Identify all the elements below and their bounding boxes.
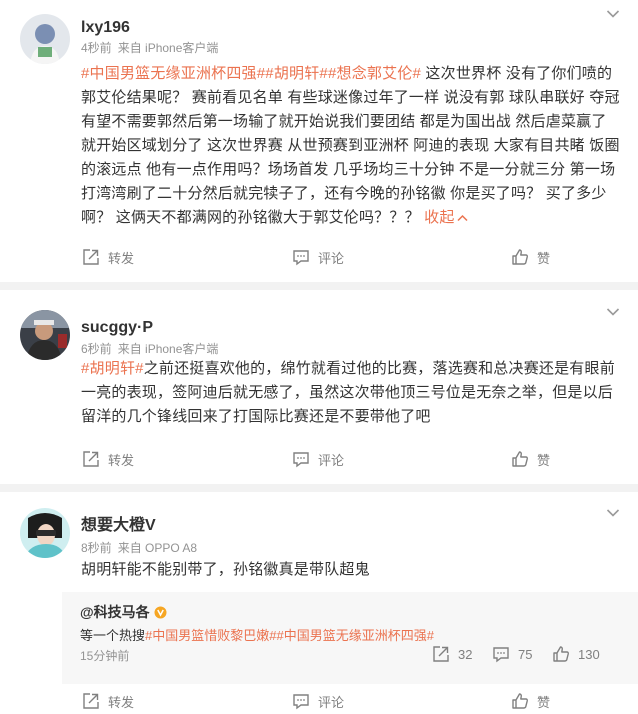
comment-icon bbox=[293, 452, 309, 468]
comment-icon bbox=[293, 694, 309, 710]
hashtag-link[interactable]: #胡明轩# bbox=[81, 360, 144, 377]
repost-comment-count: 75 bbox=[518, 646, 533, 662]
repost-like-button[interactable]: 130 bbox=[552, 644, 600, 664]
share-icon bbox=[83, 451, 99, 467]
avatar[interactable] bbox=[20, 508, 70, 558]
post-content: 胡明轩能不能别带了，孙铭徽真是带队超鬼 bbox=[81, 558, 622, 582]
chevron-down-icon[interactable] bbox=[606, 307, 620, 317]
post-time[interactable]: 4秒前 bbox=[81, 41, 112, 55]
comment-button[interactable]: 评论 bbox=[292, 246, 344, 268]
repost-time[interactable]: 15分钟前 bbox=[80, 647, 129, 664]
share-icon bbox=[83, 693, 99, 709]
avatar[interactable] bbox=[20, 310, 70, 360]
repost-share-count: 32 bbox=[458, 646, 473, 662]
post-source: 来自 iPhone客户端 bbox=[117, 342, 219, 356]
username[interactable]: sucggy·P bbox=[81, 318, 153, 338]
like-label: 赞 bbox=[537, 250, 551, 266]
comment-icon bbox=[293, 250, 309, 266]
post-text: 这次世界杯 没有了你们喷的郭艾伦结果呢？ 赛前看见名单 有些球迷像过年了一样 说… bbox=[81, 65, 620, 226]
action-bar: 转发 评论 赞 bbox=[0, 448, 638, 470]
username[interactable]: lxy196 bbox=[81, 18, 130, 38]
post-meta: 4秒前 来自 iPhone客户端 bbox=[81, 40, 218, 56]
chevron-down-icon[interactable] bbox=[606, 508, 620, 518]
comment-button[interactable]: 评论 bbox=[292, 690, 344, 712]
post-meta: 8秒前 来自 OPPO A8 bbox=[81, 540, 197, 556]
post-card: sucggy·P 6秒前 来自 iPhone客户端 #胡明轩#之前还挺喜欢他的，绵… bbox=[0, 290, 638, 484]
username[interactable]: 想要大橙V bbox=[81, 516, 156, 536]
comment-button[interactable]: 评论 bbox=[292, 448, 344, 470]
post-text: 之前还挺喜欢他的，绵竹就看过他的比赛，落选赛和总决赛还是有眼前一亮的表现，签阿迪… bbox=[81, 360, 615, 425]
post-source: 来自 iPhone客户端 bbox=[117, 41, 219, 55]
repost-username[interactable]: @科技马各 bbox=[80, 602, 167, 622]
comment-icon bbox=[493, 647, 509, 663]
hashtag-link[interactable]: #中国男篮无缘亚洲杯四强##胡明轩##想念郭艾伦# bbox=[81, 65, 421, 82]
post-divider bbox=[0, 484, 638, 492]
share-button[interactable]: 转发 bbox=[82, 690, 134, 712]
post-content: #胡明轩#之前还挺喜欢他的，绵竹就看过他的比赛，落选赛和总决赛还是有眼前一亮的表… bbox=[81, 357, 622, 429]
like-button[interactable]: 赞 bbox=[511, 448, 550, 470]
repost-text: 等一个热搜#中国男篮惜败黎巴嫩##中国男篮无缘亚洲杯四强# bbox=[80, 625, 434, 644]
post-content: #中国男篮无缘亚洲杯四强##胡明轩##想念郭艾伦# 这次世界杯 没有了你们喷的郭… bbox=[81, 62, 622, 230]
comment-label: 评论 bbox=[318, 452, 345, 468]
collapse-caret-icon bbox=[457, 214, 468, 222]
post-source: 来自 OPPO A8 bbox=[117, 541, 198, 555]
like-button[interactable]: 赞 bbox=[511, 246, 550, 268]
like-icon bbox=[512, 693, 528, 709]
repost-share-button[interactable]: 32 bbox=[432, 644, 472, 664]
share-icon bbox=[83, 249, 99, 265]
post-text: 胡明轩能不能别带了，孙铭徽真是带队超鬼 bbox=[81, 561, 370, 578]
chevron-down-icon[interactable] bbox=[606, 9, 620, 19]
like-icon bbox=[553, 646, 569, 662]
reposted-weibo[interactable]: @科技马各 等一个热搜#中国男篮惜败黎巴嫩##中国男篮无缘亚洲杯四强# 15分钟… bbox=[62, 592, 638, 684]
post-card: lxy196 4秒前 来自 iPhone客户端 #中国男篮无缘亚洲杯四强##胡明轩… bbox=[0, 0, 638, 282]
post-card: 想要大橙V 8秒前 来自 OPPO A8 胡明轩能不能别带了，孙铭徽真是带队超鬼 … bbox=[0, 492, 638, 714]
like-label: 赞 bbox=[537, 694, 551, 710]
share-label: 转发 bbox=[108, 694, 135, 710]
repost-text-prefix: 等一个热搜 bbox=[80, 628, 146, 643]
like-icon bbox=[512, 451, 528, 467]
action-bar: 转发 评论 赞 bbox=[0, 690, 638, 712]
comment-label: 评论 bbox=[318, 694, 345, 710]
avatar[interactable] bbox=[20, 14, 70, 64]
hashtag-link[interactable]: #中国男篮惜败黎巴嫩##中国男篮无缘亚洲杯四强# bbox=[145, 628, 434, 643]
like-button[interactable]: 赞 bbox=[511, 690, 550, 712]
share-icon bbox=[433, 646, 449, 662]
like-icon bbox=[512, 249, 528, 265]
post-time[interactable]: 6秒前 bbox=[81, 342, 112, 356]
collapse-link[interactable]: 收起 bbox=[424, 209, 468, 226]
share-label: 转发 bbox=[108, 452, 135, 468]
post-divider bbox=[0, 282, 638, 290]
action-bar: 转发 评论 赞 bbox=[0, 246, 638, 268]
verified-badge-icon bbox=[154, 606, 167, 618]
comment-label: 评论 bbox=[318, 250, 345, 266]
share-button[interactable]: 转发 bbox=[82, 246, 134, 268]
share-button[interactable]: 转发 bbox=[82, 448, 134, 470]
like-label: 赞 bbox=[537, 452, 551, 468]
share-label: 转发 bbox=[108, 250, 135, 266]
post-time[interactable]: 8秒前 bbox=[81, 541, 112, 555]
post-meta: 6秒前 来自 iPhone客户端 bbox=[81, 341, 218, 357]
repost-comment-button[interactable]: 75 bbox=[492, 644, 532, 664]
repost-like-count: 130 bbox=[578, 646, 600, 662]
